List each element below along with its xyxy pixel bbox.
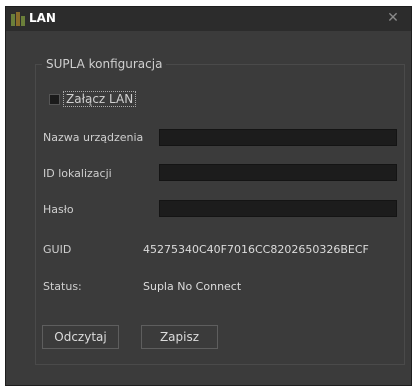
- status-label: Status:: [43, 280, 82, 293]
- title-bar[interactable]: LAN ✕: [6, 7, 411, 31]
- read-button[interactable]: Odczytaj: [42, 325, 119, 349]
- close-button[interactable]: ✕: [378, 8, 408, 28]
- status-value: Supla No Connect: [143, 280, 242, 293]
- password-field[interactable]: [159, 200, 397, 217]
- guid-label: GUID: [43, 243, 72, 256]
- close-icon: ✕: [387, 10, 399, 26]
- lan-window: LAN ✕ SUPLA konfiguracja Załącz LAN Nazw…: [5, 6, 412, 386]
- device-name-label: Nazwa urządzenia: [43, 131, 144, 144]
- group-title: SUPLA konfiguracja: [42, 57, 167, 71]
- device-name-field[interactable]: [159, 129, 397, 146]
- save-button[interactable]: Zapisz: [141, 325, 218, 349]
- window-title: LAN: [29, 11, 56, 25]
- app-icon: [11, 12, 25, 26]
- password-label: Hasło: [43, 203, 74, 216]
- enable-lan-checkbox[interactable]: [49, 94, 60, 105]
- location-id-field[interactable]: [159, 164, 397, 181]
- location-id-label: ID lokalizacji: [43, 167, 112, 180]
- enable-lan-label[interactable]: Załącz LAN: [63, 91, 137, 107]
- guid-value: 45275340C40F7016CC8202650326BECF: [143, 243, 369, 256]
